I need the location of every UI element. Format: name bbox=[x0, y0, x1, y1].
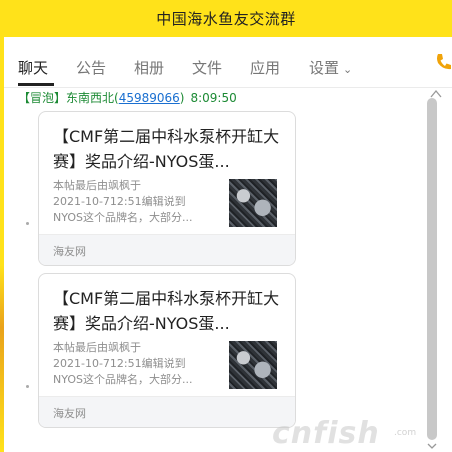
card-footer: 海友网 bbox=[39, 396, 295, 427]
message-bullet bbox=[26, 385, 29, 388]
tab-apps[interactable]: 应用 bbox=[250, 57, 280, 78]
window-title: 中国海水鱼友交流群 bbox=[156, 10, 296, 28]
tab-chat[interactable]: 聊天 bbox=[18, 57, 48, 78]
card-desc-line: NYOS这个品牌名，大部分... bbox=[53, 373, 193, 386]
card-desc-line: 本帖最后由飒枫于 bbox=[53, 179, 141, 192]
message-tag: 【冒泡】 bbox=[18, 91, 67, 105]
tab-bar: 聊天 公告 相册 文件 应用 设置 ⌄ bbox=[4, 37, 452, 88]
scrollbar-thumb[interactable] bbox=[427, 98, 437, 440]
link-card[interactable]: 【CMF第二届中科水泵杯开缸大赛】奖品介绍-NYOS蛋... 本帖最后由飒枫于 … bbox=[38, 111, 296, 266]
tab-files[interactable]: 文件 bbox=[192, 57, 222, 78]
card-desc-line: 2021-10-712:51编辑说到 bbox=[53, 195, 186, 208]
tab-settings-label: 设置 bbox=[309, 59, 340, 77]
link-card[interactable]: 【CMF第二届中科水泵杯开缸大赛】奖品介绍-NYOS蛋... 本帖最后由飒枫于 … bbox=[38, 273, 296, 428]
message-header: 【冒泡】东南西北(45989066) 8:09:50 bbox=[18, 89, 237, 106]
message-area[interactable]: 【冒泡】东南西北(45989066) 8:09:50 【CMF第二届中科水泵杯开缸… bbox=[4, 89, 452, 452]
tab-announcements[interactable]: 公告 bbox=[76, 57, 106, 78]
card-thumbnail bbox=[229, 341, 277, 389]
title-bar: 中国海水鱼友交流群 bbox=[0, 0, 452, 37]
card-desc-line: 本帖最后由飒枫于 bbox=[53, 341, 141, 354]
sender-name[interactable]: 东南西北 bbox=[66, 91, 114, 105]
tab-settings[interactable]: 设置 ⌄ bbox=[309, 57, 352, 78]
card-description: 本帖最后由飒枫于 2021-10-712:51编辑说到 NYOS这个品牌名，大部… bbox=[53, 340, 218, 388]
card-title: 【CMF第二届中科水泵杯开缸大赛】奖品介绍-NYOS蛋... bbox=[53, 127, 280, 171]
sender-qq-link[interactable]: 45989066 bbox=[119, 91, 180, 105]
tab-album[interactable]: 相册 bbox=[134, 57, 164, 78]
card-description: 本帖最后由飒枫于 2021-10-712:51编辑说到 NYOS这个品牌名，大部… bbox=[53, 178, 218, 226]
card-footer: 海友网 bbox=[39, 234, 295, 265]
card-source: 海友网 bbox=[53, 245, 86, 258]
scroll-down-icon[interactable] bbox=[427, 442, 437, 450]
watermark-domain: .com bbox=[394, 428, 417, 438]
card-desc-line: 2021-10-712:51编辑说到 bbox=[53, 357, 186, 370]
chat-panel: 聊天 公告 相册 文件 应用 设置 ⌄ 【冒泡】东南西北(45989066) 8:0… bbox=[4, 37, 452, 452]
card-thumbnail bbox=[229, 179, 277, 227]
card-desc-line: NYOS这个品牌名，大部分... bbox=[53, 211, 193, 224]
qq-close-paren: ) bbox=[179, 91, 185, 105]
card-source: 海友网 bbox=[53, 407, 86, 420]
chevron-down-icon: ⌄ bbox=[343, 63, 353, 76]
active-tab-underline bbox=[18, 83, 54, 86]
phone-icon[interactable] bbox=[434, 51, 452, 73]
message-bullet bbox=[26, 222, 29, 225]
card-title: 【CMF第二届中科水泵杯开缸大赛】奖品介绍-NYOS蛋... bbox=[53, 289, 280, 333]
watermark-logo: cnfish bbox=[272, 416, 380, 451]
message-time: 8:09:50 bbox=[190, 91, 237, 105]
